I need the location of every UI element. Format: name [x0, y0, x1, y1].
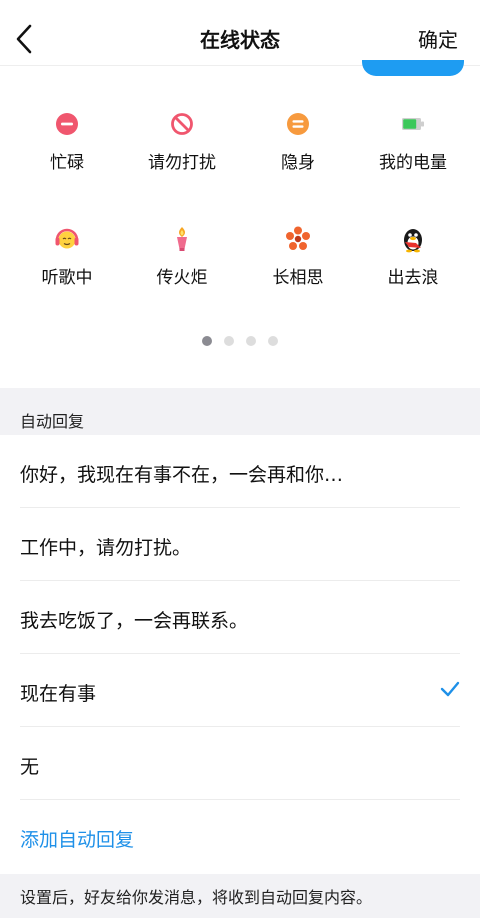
option-text: 现在有事 — [20, 683, 97, 705]
auto-reply-option-selected[interactable]: 现在有事 — [0, 654, 480, 727]
status-label: 长相思 — [272, 268, 324, 288]
page-dot-3[interactable] — [246, 336, 256, 346]
status-label: 忙碌 — [50, 153, 84, 173]
status-item-flower[interactable]: 长相思 — [238, 215, 358, 305]
footer-note: 设置后，好友给你发消息，将收到自动回复内容。 — [0, 874, 480, 918]
busy-icon — [56, 113, 78, 135]
status-item-busy[interactable]: 忙碌 — [7, 100, 127, 190]
invisible-icon — [287, 113, 309, 135]
status-label: 请勿打扰 — [148, 153, 216, 173]
option-text: 工作中，请勿打扰。 — [20, 537, 192, 559]
penguin-icon — [404, 229, 422, 253]
status-label: 隐身 — [281, 153, 315, 173]
page-title: 在线状态 — [200, 28, 280, 52]
torch-icon — [177, 227, 187, 251]
status-item-penguin[interactable]: 出去浪 — [353, 215, 473, 305]
status-label: 我的电量 — [379, 153, 447, 173]
do-not-disturb-icon — [171, 113, 193, 135]
selected-status-indicator — [362, 60, 464, 76]
auto-reply-option[interactable]: 你好，我现在有事不在，一会再和你… — [0, 435, 480, 508]
option-text: 无 — [20, 756, 40, 778]
option-text: 你好，我现在有事不在，一会再和你… — [20, 464, 344, 486]
status-item-torch[interactable]: 传火炬 — [122, 215, 242, 305]
status-label: 听歌中 — [41, 268, 93, 288]
auto-reply-section-header: 自动回复 — [0, 388, 480, 435]
flower-icon — [286, 226, 310, 250]
page-dot-2[interactable] — [224, 336, 234, 346]
add-auto-reply-button[interactable]: 添加自动回复 — [0, 800, 480, 873]
status-item-do-not-disturb[interactable]: 请勿打扰 — [122, 100, 242, 190]
status-item-battery[interactable]: 我的电量 — [353, 100, 473, 190]
status-label: 出去浪 — [387, 268, 439, 288]
confirm-button[interactable]: 确定 — [418, 24, 458, 53]
add-auto-reply-label: 添加自动回复 — [20, 829, 135, 851]
footer-note-text: 设置后，好友给你发消息，将收到自动回复内容。 — [20, 888, 373, 907]
option-text: 我去吃饭了，一会再联系。 — [20, 610, 249, 632]
section-title: 自动回复 — [20, 412, 85, 431]
nav-bar: 在线状态 确定 — [0, 0, 480, 66]
battery-icon — [402, 118, 424, 130]
status-item-listening-music[interactable]: 听歌中 — [7, 215, 127, 305]
page-dot-1[interactable] — [202, 336, 212, 346]
auto-reply-option[interactable]: 工作中，请勿打扰。 — [0, 508, 480, 581]
status-label: 传火炬 — [156, 268, 208, 288]
auto-reply-option[interactable]: 我去吃饭了，一会再联系。 — [0, 581, 480, 654]
auto-reply-option[interactable]: 无 — [0, 727, 480, 800]
page-dot-4[interactable] — [268, 336, 278, 346]
checkmark-icon — [440, 681, 460, 697]
status-item-invisible[interactable]: 隐身 — [238, 100, 358, 190]
listening-music-icon — [55, 228, 79, 249]
